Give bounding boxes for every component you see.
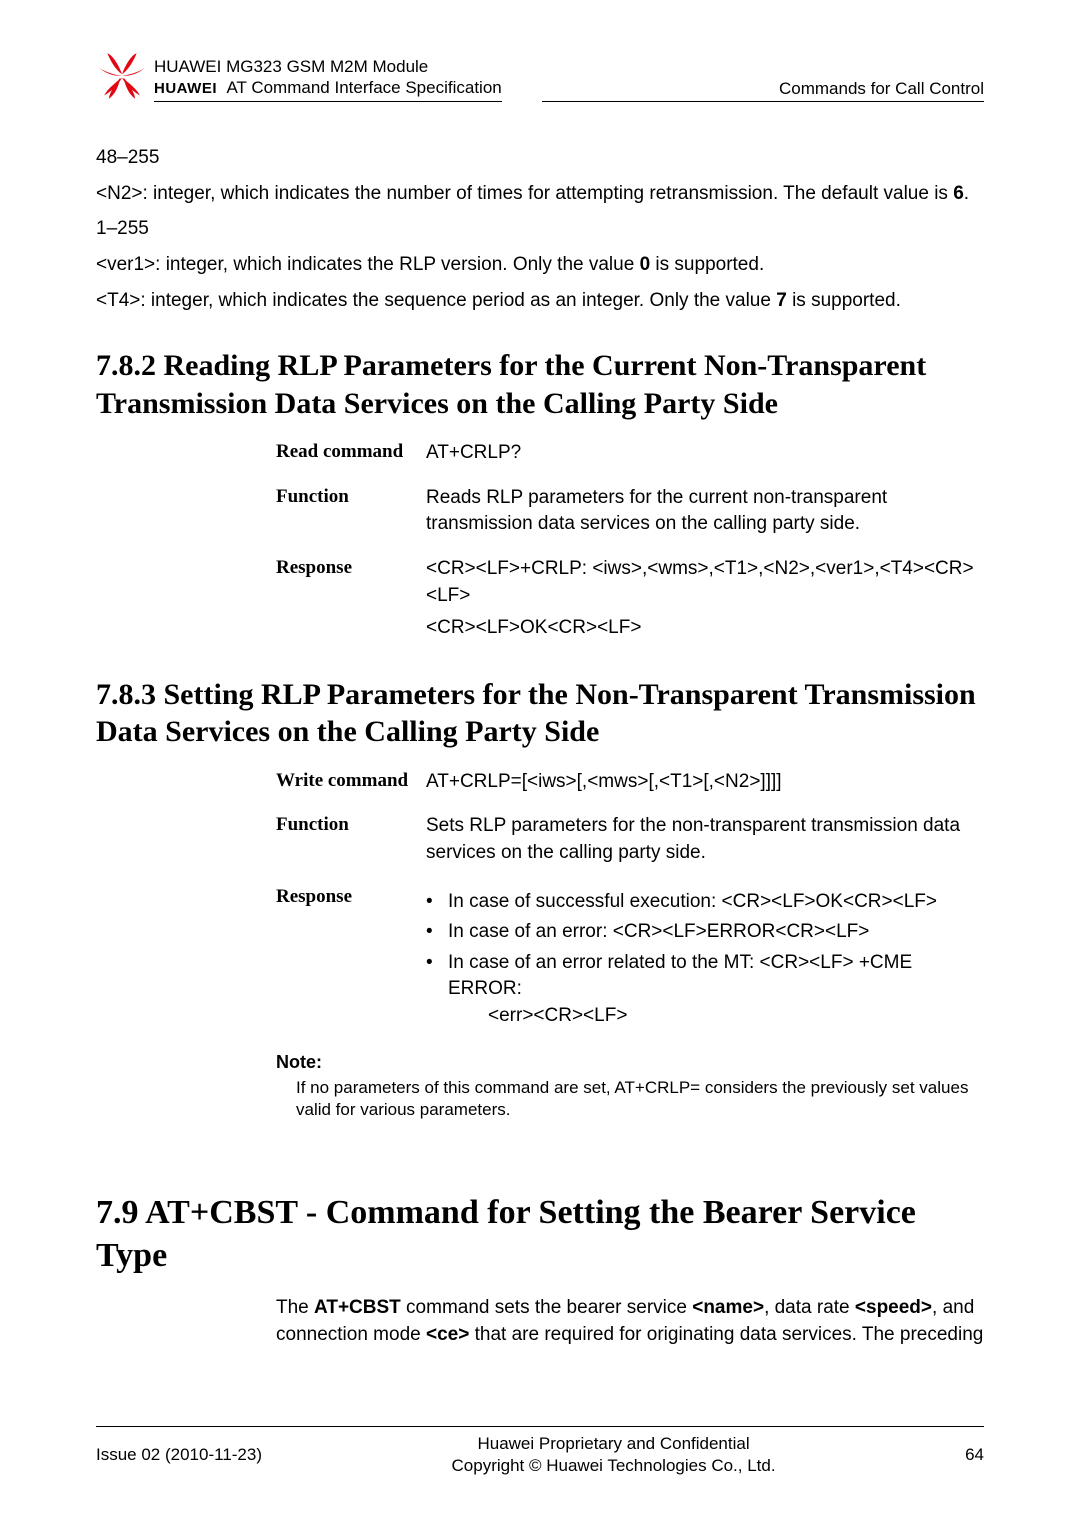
t4-description: <T4>: integer, which indicates the seque… [96,288,984,314]
intro-e: , data rate [764,1297,855,1318]
n2-description: <N2>: integer, which indicates the numbe… [96,181,984,207]
response-label-782: Response [276,556,426,642]
header-left: HUAWEI MG323 GSM M2M Module HUAWEI AT Co… [96,50,502,102]
response-body-782: <CR><LF>+CRLP: <iws>,<wms>,<T1>,<N2>,<ve… [426,556,984,642]
bullet-dot-icon: • [426,889,448,916]
page-header: HUAWEI MG323 GSM M2M Module HUAWEI AT Co… [96,50,984,102]
footer-copyright: Copyright © Huawei Technologies Co., Ltd… [262,1455,965,1477]
intro-c: command sets the bearer service [401,1297,692,1318]
function-label-782: Function [276,485,426,538]
range-1-255: 1–255 [96,216,984,242]
bullet-mt-line2: <err><CR><LF> [488,1003,984,1030]
function-text-782: Reads RLP parameters for the current non… [426,485,984,538]
n2-desc-b: 6 [953,183,964,204]
section-7-8-3-title: 7.8.3 Setting RLP Parameters for the Non… [96,676,984,751]
n2-desc-c: . [964,183,969,204]
range-48-255: 48–255 [96,145,984,171]
read-command-row: Read command AT+CRLP? [276,440,984,467]
brand-text: HUAWEI [154,80,217,97]
bullet-mt-error-text: In case of an error related to the MT: <… [448,950,984,1030]
ver1-b: 0 [640,254,651,275]
header-title-block: HUAWEI MG323 GSM M2M Module HUAWEI AT Co… [154,56,502,102]
read-command-value: AT+CRLP? [426,440,521,467]
header-subtitle: AT Command Interface Specification [226,78,501,97]
response-label-783: Response [276,885,426,1034]
header-line2: HUAWEI AT Command Interface Specificatio… [154,77,502,102]
t4-a: <T4>: integer, which indicates the seque… [96,290,776,311]
response-line2: <CR><LF>OK<CR><LF> [426,615,984,642]
footer-page-number: 64 [965,1445,984,1465]
section-7-8-3-list: Write command AT+CRLP=[<iws>[,<mws>[,<T1… [276,769,984,1034]
bullet-dot-icon: • [426,919,448,946]
intro-f: <speed> [855,1297,932,1318]
ver1-description: <ver1>: integer, which indicates the RLP… [96,252,984,278]
bullet-mt-line1: In case of an error related to the MT: <… [448,952,912,1000]
ver1-a: <ver1>: integer, which indicates the RLP… [96,254,640,275]
page-body: 48–255 <N2>: integer, which indicates th… [96,135,984,1349]
section-7-9-title: 7.9 AT+CBST - Command for Setting the Be… [96,1192,984,1277]
bullet-error: •In case of an error: <CR><LF>ERROR<CR><… [426,919,984,946]
function-row-783: Function Sets RLP parameters for the non… [276,813,984,866]
section-7-8-2-list: Read command AT+CRLP? Function Reads RLP… [276,440,984,642]
note-block: Note: If no parameters of this command a… [276,1052,984,1123]
write-command-value: AT+CRLP=[<iws>[,<mws>[,<T1>[,<N2>]]]] [426,769,782,796]
response-row-783: Response •In case of successful executio… [276,885,984,1034]
header-right: Commands for Call Control [542,79,984,102]
write-command-row: Write command AT+CRLP=[<iws>[,<mws>[,<T1… [276,769,984,796]
bullet-mt-error: • In case of an error related to the MT:… [426,950,984,1030]
t4-c: is supported. [787,290,901,311]
response-line1: <CR><LF>+CRLP: <iws>,<wms>,<T1>,<N2>,<ve… [426,556,984,609]
function-text-783: Sets RLP parameters for the non-transpar… [426,813,984,866]
footer-issue: Issue 02 (2010-11-23) [96,1445,262,1465]
function-label-783: Function [276,813,426,866]
note-heading: Note: [276,1052,984,1073]
intro-a: The [276,1297,314,1318]
intro-h: <ce> [426,1324,469,1345]
huawei-logo-icon [96,50,148,102]
header-line1: HUAWEI MG323 GSM M2M Module [154,56,502,77]
response-row-782: Response <CR><LF>+CRLP: <iws>,<wms>,<T1>… [276,556,984,642]
section-7-8-2-title: 7.8.2 Reading RLP Parameters for the Cur… [96,347,984,422]
intro-b: AT+CBST [314,1297,401,1318]
footer-proprietary: Huawei Proprietary and Confidential [262,1433,965,1455]
ver1-c: is supported. [650,254,764,275]
bullet-success-text: In case of successful execution: <CR><LF… [448,889,984,916]
function-row-782: Function Reads RLP parameters for the cu… [276,485,984,538]
n2-desc-a: <N2>: integer, which indicates the numbe… [96,183,953,204]
section-7-9-intro: The AT+CBST command sets the bearer serv… [276,1295,984,1348]
page-footer: Issue 02 (2010-11-23) Huawei Proprietary… [96,1426,984,1477]
read-command-label: Read command [276,440,426,467]
bullet-error-text: In case of an error: <CR><LF>ERROR<CR><L… [448,919,984,946]
response-body-783: •In case of successful execution: <CR><L… [426,885,984,1034]
bullet-success: •In case of successful execution: <CR><L… [426,889,984,916]
note-text: If no parameters of this command are set… [296,1077,984,1123]
t4-b: 7 [776,290,787,311]
write-command-label: Write command [276,769,426,796]
footer-center: Huawei Proprietary and Confidential Copy… [262,1433,965,1477]
intro-i: that are required for originating data s… [469,1324,983,1345]
intro-d: <name> [692,1297,764,1318]
bullet-dot-icon: • [426,950,448,1030]
